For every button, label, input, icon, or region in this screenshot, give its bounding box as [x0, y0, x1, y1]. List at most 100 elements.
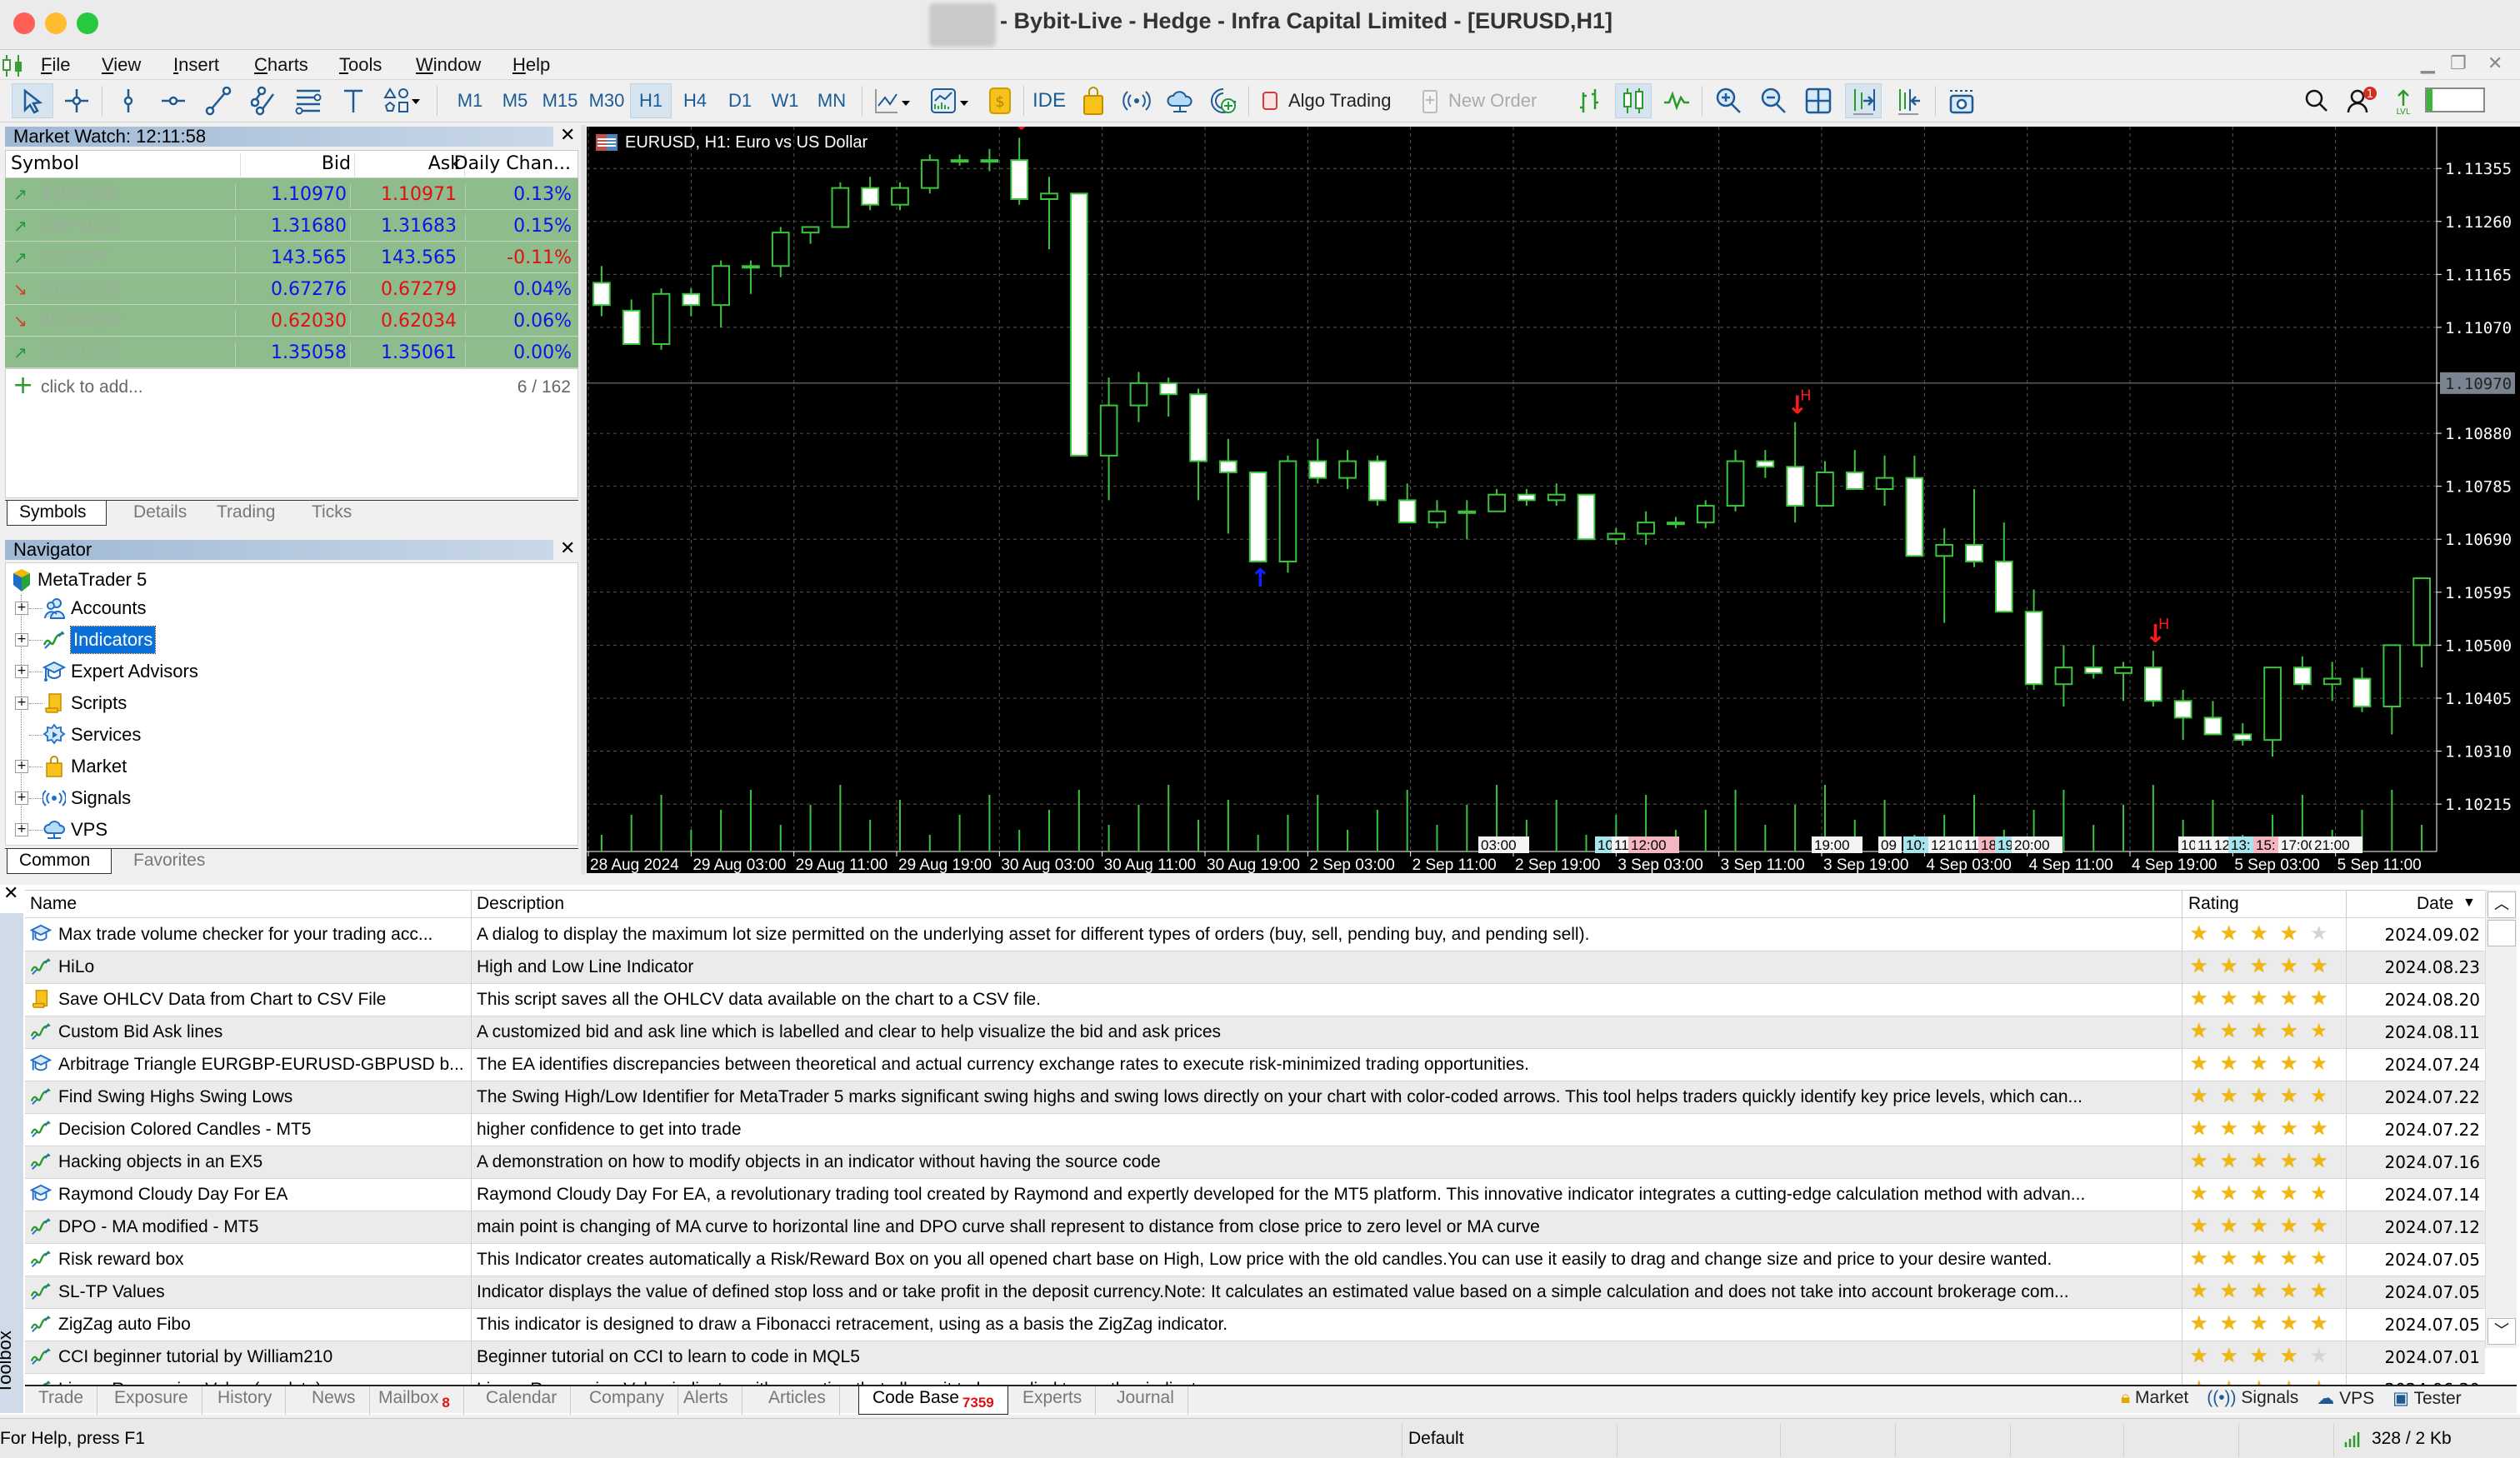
toolbox-close-icon[interactable]: ✕ [3, 883, 18, 904]
link-market[interactable]: 🔒︎ Market [2121, 1388, 2188, 1409]
codebase-row[interactable]: Save OHLCV Data from Chart to CSV File Th… [25, 984, 2485, 1016]
price-chart[interactable]: 1.11355 1.11260 1.11165 1.11070 1.10970 1.108… [587, 102, 2520, 874]
codebase-row[interactable]: Custom Bid Ask lines A customized bid and… [25, 1016, 2485, 1049]
tab-details[interactable]: Details [122, 501, 198, 526]
copy-trading-button[interactable] [1205, 83, 1242, 118]
timeframe-m1[interactable]: M1 [450, 83, 490, 118]
ide-button[interactable]: IDE [1030, 83, 1068, 118]
timeframe-m5[interactable]: M5 [495, 83, 535, 118]
col-description[interactable]: Description [477, 894, 564, 914]
expand-icon[interactable]: + [15, 760, 28, 773]
col-daily-change[interactable]: Daily Chan... [454, 153, 571, 174]
timeframe-m15[interactable]: M15 [538, 83, 582, 118]
expand-icon[interactable]: + [15, 697, 28, 710]
trendline-tool[interactable] [200, 83, 237, 118]
menu-insert[interactable]: Insert [173, 54, 219, 76]
new-order-button[interactable]: New Order [1420, 83, 1562, 118]
codebase-row[interactable]: CCI beginner tutorial by William210 Begin… [25, 1341, 2485, 1374]
toolbox-tab-journal[interactable]: Journal [1103, 1386, 1188, 1415]
col-bid[interactable]: Bid [322, 153, 351, 174]
timeframe-mn[interactable]: MN [810, 83, 853, 118]
link-tester[interactable]: ▣ Tester [2392, 1388, 2462, 1409]
toolbox-tab-exposure[interactable]: Exposure [101, 1386, 202, 1415]
account-notifications-button[interactable]: 1 [2342, 83, 2383, 118]
fibonacci-tool[interactable] [290, 83, 327, 118]
indicators-dropdown[interactable] [923, 83, 977, 118]
market-watch-row[interactable]: ↗ EURUSD 1.10970 1.10971 0.13% [5, 178, 578, 215]
toolbox-tab-calendar[interactable]: Calendar [472, 1386, 572, 1415]
market-watch-row[interactable]: ↗ USDCAD 1.35058 1.35061 0.00% [5, 337, 578, 373]
close-chart-icon[interactable]: ✕ [2488, 53, 2502, 74]
menu-window[interactable]: Window [416, 54, 481, 76]
market-watch-row[interactable]: ↗ USDJPY 143.565 143.565 -0.11% [5, 242, 578, 278]
zoom-in-button[interactable] [1710, 83, 1747, 118]
minimize-window-button[interactable] [45, 12, 67, 34]
menu-view[interactable]: View [102, 54, 141, 76]
codebase-row[interactable]: ZigZag auto Fibo This indicator is design… [25, 1309, 2485, 1341]
tab-trading[interactable]: Trading [205, 501, 287, 526]
crosshair-tool[interactable] [58, 83, 95, 118]
expand-icon[interactable]: + [15, 633, 28, 647]
line-chart-button[interactable] [1658, 83, 1695, 118]
panel-splitter[interactable] [581, 125, 586, 875]
cursor-tool[interactable] [12, 83, 53, 118]
chart-canvas[interactable]: 1.11355 1.11260 1.11165 1.11070 1.10970 1.108… [587, 102, 2520, 874]
menu-tools[interactable]: Tools [339, 54, 382, 76]
minimize-chart-icon[interactable]: ▁ [2421, 53, 2435, 74]
timeframe-m30[interactable]: M30 [583, 83, 630, 118]
col-date[interactable]: Date [2417, 894, 2453, 914]
toolbox-tab-mailbox[interactable]: Mailbox 8 [365, 1386, 464, 1415]
horizontal-line-tool[interactable] [155, 83, 192, 118]
toolbox-tab-trade[interactable]: Trade [25, 1386, 98, 1415]
sort-desc-icon[interactable]: ▼ [2462, 896, 2476, 911]
navigator-close-icon[interactable]: ✕ [560, 538, 575, 559]
maximize-window-button[interactable] [77, 12, 98, 34]
level-button[interactable]: LVL [2388, 83, 2418, 118]
codebase-row[interactable]: Hacking objects in an EX5 A demonstration… [25, 1146, 2485, 1179]
candlestick-chart-button[interactable] [1615, 83, 1652, 118]
codebase-scrollbar[interactable]: ︿ ﹀ [2485, 890, 2517, 1348]
trade-signals-button[interactable]: $ [983, 83, 1017, 118]
toolbox-tab-history[interactable]: History [204, 1386, 287, 1415]
market-watch-close-icon[interactable]: ✕ [560, 125, 575, 146]
scroll-up-icon[interactable]: ︿ [2488, 891, 2516, 918]
scroll-thumb[interactable] [2488, 920, 2516, 946]
codebase-row[interactable]: SL-TP Values Indicator displays the value… [25, 1276, 2485, 1309]
timeframe-w1[interactable]: W1 [765, 83, 805, 118]
codebase-row[interactable]: HiLo High and Low Line Indicator ★ ★ ★ ★ ★ 2024… [25, 951, 2485, 984]
navigator-root[interactable]: MetaTrader 5 [38, 567, 147, 593]
toolbox-tab-news[interactable]: News [298, 1386, 370, 1415]
vertical-line-tool[interactable] [110, 83, 147, 118]
codebase-row[interactable]: Decision Colored Candles - MT5 higher con… [25, 1114, 2485, 1146]
toolbox-tab-company[interactable]: Company [576, 1386, 678, 1415]
timeframe-d1[interactable]: D1 [720, 83, 760, 118]
click-to-add[interactable]: click to add... [41, 377, 143, 397]
zoom-out-button[interactable] [1755, 83, 1792, 118]
codebase-row[interactable]: Find Swing Highs Swing Lows The Swing Hig… [25, 1081, 2485, 1114]
scroll-down-icon[interactable]: ﹀ [2488, 1318, 2516, 1345]
signals-button[interactable] [1118, 83, 1155, 118]
col-rating[interactable]: Rating [2188, 894, 2239, 914]
expand-icon[interactable]: + [15, 602, 28, 615]
screenshot-button[interactable] [1943, 83, 1980, 118]
chart-type-dropdown[interactable] [870, 83, 917, 118]
tab-ticks[interactable]: Ticks [300, 501, 363, 526]
tile-windows-button[interactable] [1800, 83, 1837, 118]
tab-common[interactable]: Common [7, 849, 112, 874]
toolbox-tab-experts[interactable]: Experts [1009, 1386, 1097, 1415]
market-button[interactable] [1075, 83, 1112, 118]
codebase-row[interactable]: Risk reward box This Indicator creates au… [25, 1244, 2485, 1276]
timeframe-h4[interactable]: H4 [675, 83, 715, 118]
codebase-row[interactable]: Raymond Cloudy Day For EA Raymond Cloudy … [25, 1179, 2485, 1211]
close-window-button[interactable] [13, 12, 35, 34]
menu-file[interactable]: File [41, 54, 70, 76]
toolbox-tab-code-base[interactable]: Code Base 7359 [858, 1386, 1008, 1415]
codebase-row[interactable]: DPO - MA modified - MT5 main point is cha… [25, 1211, 2485, 1244]
shapes-tool[interactable] [377, 83, 427, 118]
menu-charts[interactable]: Charts [254, 54, 308, 76]
equidistant-channel-tool[interactable] [245, 83, 282, 118]
expand-icon[interactable]: + [15, 823, 28, 836]
algo-trading-button[interactable]: Algo Trading [1260, 83, 1415, 118]
search-button[interactable] [2298, 83, 2335, 118]
toolbox-tab-articles[interactable]: Articles [755, 1386, 840, 1415]
